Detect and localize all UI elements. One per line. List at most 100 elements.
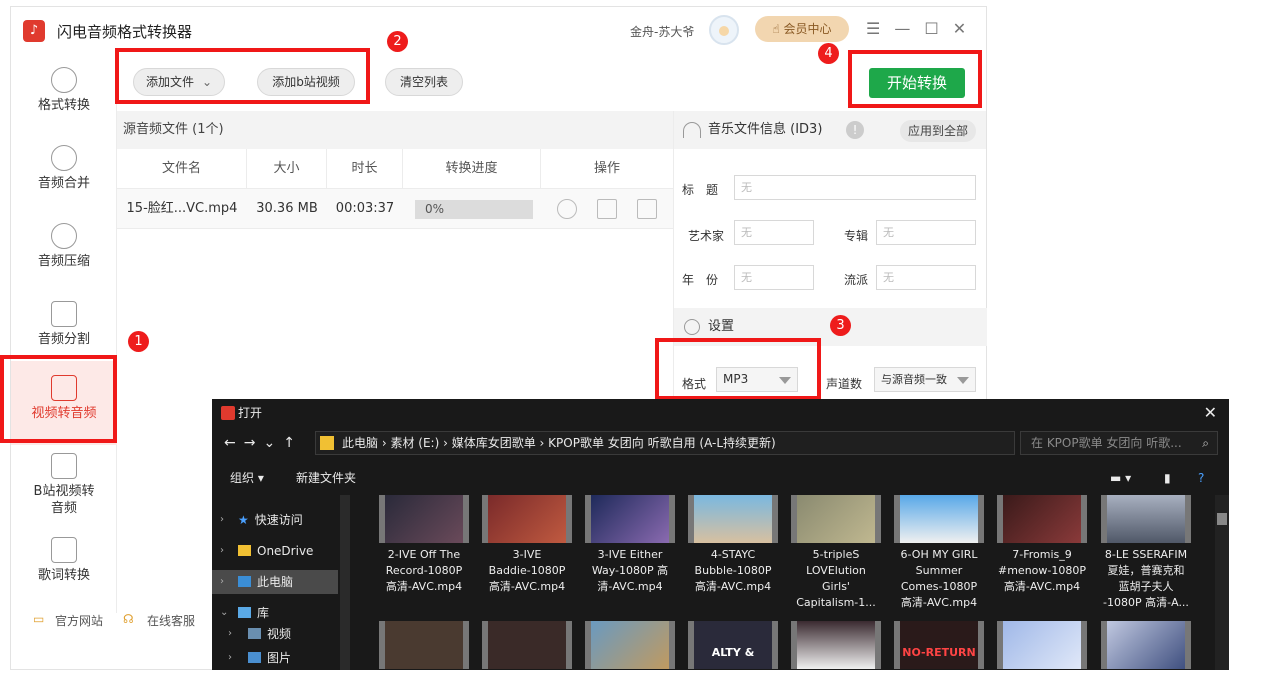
file-name-line: 高清-AVC.mp4	[488, 580, 566, 593]
breadcrumb-item[interactable]: 此电脑	[342, 436, 378, 450]
nav-item-quick-access[interactable]: › ★ 快速访问	[212, 508, 338, 532]
apply-all-button[interactable]: 应用到全部	[900, 120, 976, 142]
nav-item-pictures[interactable]: › 图片	[212, 646, 338, 670]
video-thumbnail	[688, 495, 778, 543]
close-icon[interactable]: ✕	[953, 19, 980, 38]
year-field[interactable]: 无	[734, 265, 814, 290]
file-item[interactable]: 2-IVE Off The Record-1080P 高清-AVC.mp4	[374, 495, 474, 595]
file-name-line: Way-1080P 高	[591, 564, 669, 577]
file-duration-cell: 00:03:37	[335, 201, 395, 216]
video-thumbnail	[791, 495, 881, 543]
split-icon	[51, 301, 77, 327]
file-item[interactable]: 7-Fromis_9 #menow-1080P 高清-AVC.mp4	[992, 495, 1092, 595]
online-service-link[interactable]: 在线客服	[147, 612, 195, 629]
file-item[interactable]: 6-OH MY GIRL Summer Comes-1080P 高清-AVC.m…	[889, 495, 989, 611]
sidebar-item-bilibili-to-audio[interactable]: B站视频转 音频	[11, 445, 117, 531]
file-item[interactable]	[374, 621, 474, 673]
video-folder-icon	[248, 628, 261, 639]
sidebar: 格式转换 音频合并 音频压缩 音频分割 视频转音频 B站视频转 音频 歌词转换	[11, 53, 117, 613]
file-item[interactable]	[992, 621, 1092, 673]
file-item[interactable]	[580, 621, 680, 673]
file-name-line: Capitalism-1...	[796, 596, 876, 609]
album-field[interactable]: 无	[876, 220, 976, 245]
video-thumbnail	[482, 495, 572, 543]
back-arrow-icon[interactable]: ←	[224, 435, 244, 451]
lyrics-icon	[51, 537, 77, 563]
breadcrumb-item[interactable]: 素材 (E:)	[390, 436, 439, 450]
video-thumbnail	[379, 621, 469, 669]
nav-scrollbar[interactable]	[340, 495, 350, 670]
file-name-line: 3-IVE	[512, 548, 542, 561]
warning-icon[interactable]: !	[846, 121, 864, 139]
help-icon[interactable]: ?	[1198, 461, 1204, 495]
file-item[interactable]: 5-tripleS LOVElution Girls' Capitalism-1…	[786, 495, 886, 611]
file-name-line: LOVElution	[806, 564, 866, 577]
file-item[interactable]	[786, 621, 886, 673]
breadcrumb-item[interactable]: 媒体库女团歌单	[452, 436, 536, 450]
year-label: 年 份	[682, 273, 719, 287]
forward-arrow-icon[interactable]: →	[244, 435, 264, 451]
title-field[interactable]: 无	[734, 175, 976, 200]
file-item[interactable]: ALTY & SWEE	[683, 621, 783, 673]
file-name-line: 4-STAYC	[710, 548, 756, 561]
folder-icon[interactable]	[597, 199, 617, 219]
avatar[interactable]	[709, 15, 739, 45]
scrollbar-thumb[interactable]	[1217, 513, 1227, 525]
annotation-box-2	[115, 48, 370, 104]
sidebar-item-lyrics-convert[interactable]: 歌词转换	[11, 529, 117, 607]
video-thumbnail: NO-RETURN	[894, 621, 984, 669]
nav-item-this-pc[interactable]: › 此电脑	[212, 570, 338, 594]
close-icon[interactable]: ✕	[1204, 399, 1217, 427]
view-options-icon[interactable]: ▬ ▾	[1110, 461, 1131, 495]
new-folder-button[interactable]: 新建文件夹	[296, 461, 356, 495]
annotation-box-1	[0, 355, 117, 443]
file-item[interactable]: 4-STAYC Bubble-1080P 高清-AVC.mp4	[683, 495, 783, 595]
vip-center-button[interactable]: ☝ 会员中心	[755, 16, 849, 42]
breadcrumb-item[interactable]: KPOP歌单 女团向 听歌自用 (A-L持续更新)	[548, 436, 776, 450]
recent-chevron-icon[interactable]: ⌄	[263, 435, 283, 451]
file-item[interactable]: 3-IVE Baddie-1080P 高清-AVC.mp4	[477, 495, 577, 595]
nav-label: OneDrive	[257, 544, 314, 558]
file-item[interactable]: 8-LE SSERAFIM 夏娃，普赛克和 蓝胡子夫人 -1080P 高清-A.…	[1096, 495, 1196, 611]
channel-label: 声道数	[826, 377, 863, 391]
chevron-right-icon: ›	[228, 628, 232, 639]
clear-list-button[interactable]: 清空列表	[385, 68, 463, 96]
nav-item-videos[interactable]: › 视频	[212, 622, 338, 646]
album-label: 专辑	[844, 229, 869, 243]
minimize-icon[interactable]: —	[894, 19, 924, 38]
organize-menu[interactable]: 组织 ▾	[230, 461, 264, 495]
maximize-icon[interactable]: ☐	[924, 19, 952, 38]
compress-icon	[51, 223, 77, 249]
file-item[interactable]	[477, 621, 577, 673]
sidebar-item-audio-compress[interactable]: 音频压缩	[11, 215, 117, 293]
file-item[interactable]	[1096, 621, 1196, 673]
channel-select[interactable]: 与源音频一致	[874, 367, 976, 392]
column-header-duration: 时长	[327, 149, 403, 189]
video-thumbnail	[997, 495, 1087, 543]
window-controls: ☰—☐✕	[866, 19, 980, 38]
user-name[interactable]: 金舟-苏大爷	[630, 23, 694, 40]
genre-field[interactable]: 无	[876, 265, 976, 290]
title-label: 标 题	[682, 183, 719, 197]
file-item[interactable]: NO-RETURN	[889, 621, 989, 673]
play-icon[interactable]	[557, 199, 577, 219]
sidebar-item-format-convert[interactable]: 格式转换	[11, 59, 117, 137]
file-name-line: 6-OH MY GIRL	[900, 548, 978, 561]
file-item[interactable]: 3-IVE Either Way-1080P 高 清-AVC.mp4	[580, 495, 680, 595]
up-arrow-icon[interactable]: ↑	[283, 435, 303, 451]
content-scrollbar[interactable]	[1215, 495, 1229, 670]
artist-field[interactable]: 无	[734, 220, 814, 245]
nav-item-onedrive[interactable]: › OneDrive	[212, 539, 338, 563]
file-name-line: Comes-1080P	[900, 580, 978, 593]
address-bar[interactable]: 此电脑 › 素材 (E:) › 媒体库女团歌单 › KPOP歌单 女团向 听歌自…	[315, 431, 1015, 455]
preview-pane-icon[interactable]: ▮	[1164, 461, 1171, 495]
table-row[interactable]: 15-脸红...VC.mp4 30.36 MB 00:03:37 0%	[117, 189, 673, 229]
file-name-line: 蓝胡子夫人	[1118, 580, 1174, 593]
settings-title: 设置	[708, 319, 735, 334]
trash-icon[interactable]	[637, 199, 657, 219]
menu-icon[interactable]: ☰	[866, 19, 894, 38]
refresh-icon	[51, 67, 77, 93]
official-website-link[interactable]: 官方网站	[55, 612, 103, 629]
search-input[interactable]: 在 KPOP歌单 女团向 听歌... ⌕	[1020, 431, 1218, 455]
sidebar-item-audio-merge[interactable]: 音频合并	[11, 137, 117, 215]
